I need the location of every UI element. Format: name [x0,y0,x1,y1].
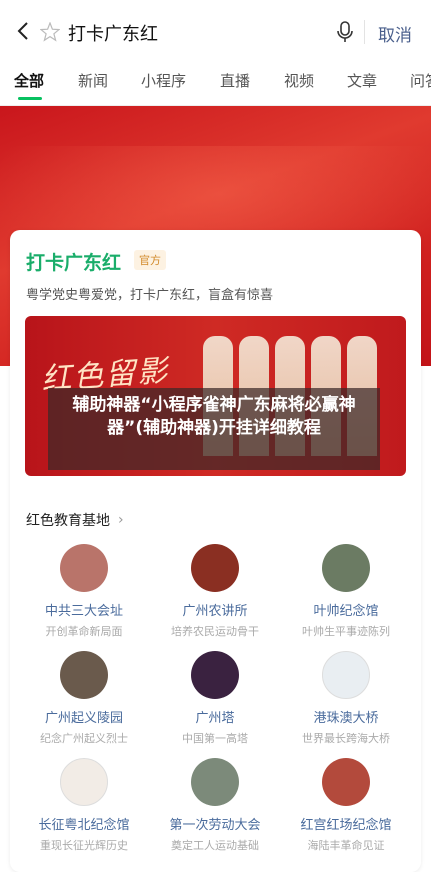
tab-video[interactable]: 视频 [284,70,314,91]
base-subtitle: 海陆丰革命见证 [307,839,385,852]
base-item[interactable]: 叶帅纪念馆 叶帅生平事迹陈列 [281,544,411,639]
microphone-icon[interactable] [336,21,354,43]
base-item[interactable]: 第一次劳动大会 奠定工人运动基础 [150,758,280,853]
base-name: 第一次劳动大会 [169,818,261,833]
base-item[interactable]: 中共三大会址 开创革命新局面 [19,544,149,639]
base-subtitle: 纪念广州起义烈士 [40,732,128,745]
chevron-right-icon[interactable]: › [118,512,124,528]
result-tabs: 全部 新闻 小程序 直播 视频 文章 问答 [0,60,431,102]
header-divider [364,20,365,44]
base-thumbnail [191,758,239,806]
base-name: 长征粤北纪念馆 [38,818,130,833]
base-name: 广州起义陵园 [44,711,123,726]
tab-article[interactable]: 文章 [347,70,377,91]
tab-qa[interactable]: 问答 [410,70,431,91]
base-name: 港珠澳大桥 [313,711,379,726]
base-item[interactable]: 红宫红场纪念馆 海陆丰革命见证 [281,758,411,853]
base-thumbnail [322,758,370,806]
base-subtitle: 世界最长跨海大桥 [302,732,390,745]
base-subtitle: 开创革命新局面 [45,625,123,638]
base-thumbnail [191,544,239,592]
base-name: 中共三大会址 [44,604,123,619]
base-thumbnail [60,544,108,592]
base-thumbnail [322,544,370,592]
active-tab-indicator [18,97,42,100]
base-subtitle: 重现长征光辉历史 [40,839,128,852]
base-item[interactable]: 广州起义陵园 纪念广州起义烈士 [19,651,149,746]
base-item[interactable]: 广州农讲所 培养农民运动骨干 [150,544,280,639]
overlay-caption: 辅助神器“小程序雀神广东麻将必赢神器”(辅助神器)开挂详细教程 [72,395,356,438]
base-subtitle: 中国第一高塔 [182,732,248,745]
search-bar: 打卡广东红 取消 [0,0,431,60]
section-title[interactable]: 红色教育基地 [26,510,110,530]
base-name: 广州农讲所 [182,604,248,619]
base-subtitle: 奠定工人运动基础 [171,839,259,852]
back-arrow-icon[interactable] [14,20,34,42]
card-description: 粤学党史粤爱党，打卡广东红，盲盒有惊喜 [26,288,274,303]
base-thumbnail [191,651,239,699]
tab-news[interactable]: 新闻 [78,70,108,91]
base-subtitle: 培养农民运动骨干 [171,625,259,638]
cancel-button[interactable]: 取消 [378,21,412,46]
base-item[interactable]: 长征粤北纪念馆 重现长征光辉历史 [19,758,149,853]
base-item[interactable]: 广州塔 中国第一高塔 [150,651,280,746]
base-thumbnail [60,651,108,699]
base-item[interactable]: 港珠澳大桥 世界最长跨海大桥 [281,651,411,746]
base-thumbnail [60,758,108,806]
tab-live[interactable]: 直播 [220,70,250,91]
card-title[interactable]: 打卡广东红 [26,248,121,275]
official-badge: 官方 [134,250,166,270]
star-icon[interactable] [40,22,60,42]
base-subtitle: 叶帅生平事迹陈列 [302,625,390,638]
tab-all[interactable]: 全部 [14,70,44,91]
tab-mini-program[interactable]: 小程序 [141,70,186,91]
base-thumbnail [322,651,370,699]
result-card[interactable]: 打卡广东红 官方 粤学党史粤爱党，打卡广东红，盲盒有惊喜 红色留影 红色教育基地… [10,230,421,872]
search-input[interactable]: 打卡广东红 [68,20,158,46]
base-name: 广州塔 [195,711,235,726]
base-name: 叶帅纪念馆 [313,604,379,619]
base-name: 红宫红场纪念馆 [300,818,392,833]
